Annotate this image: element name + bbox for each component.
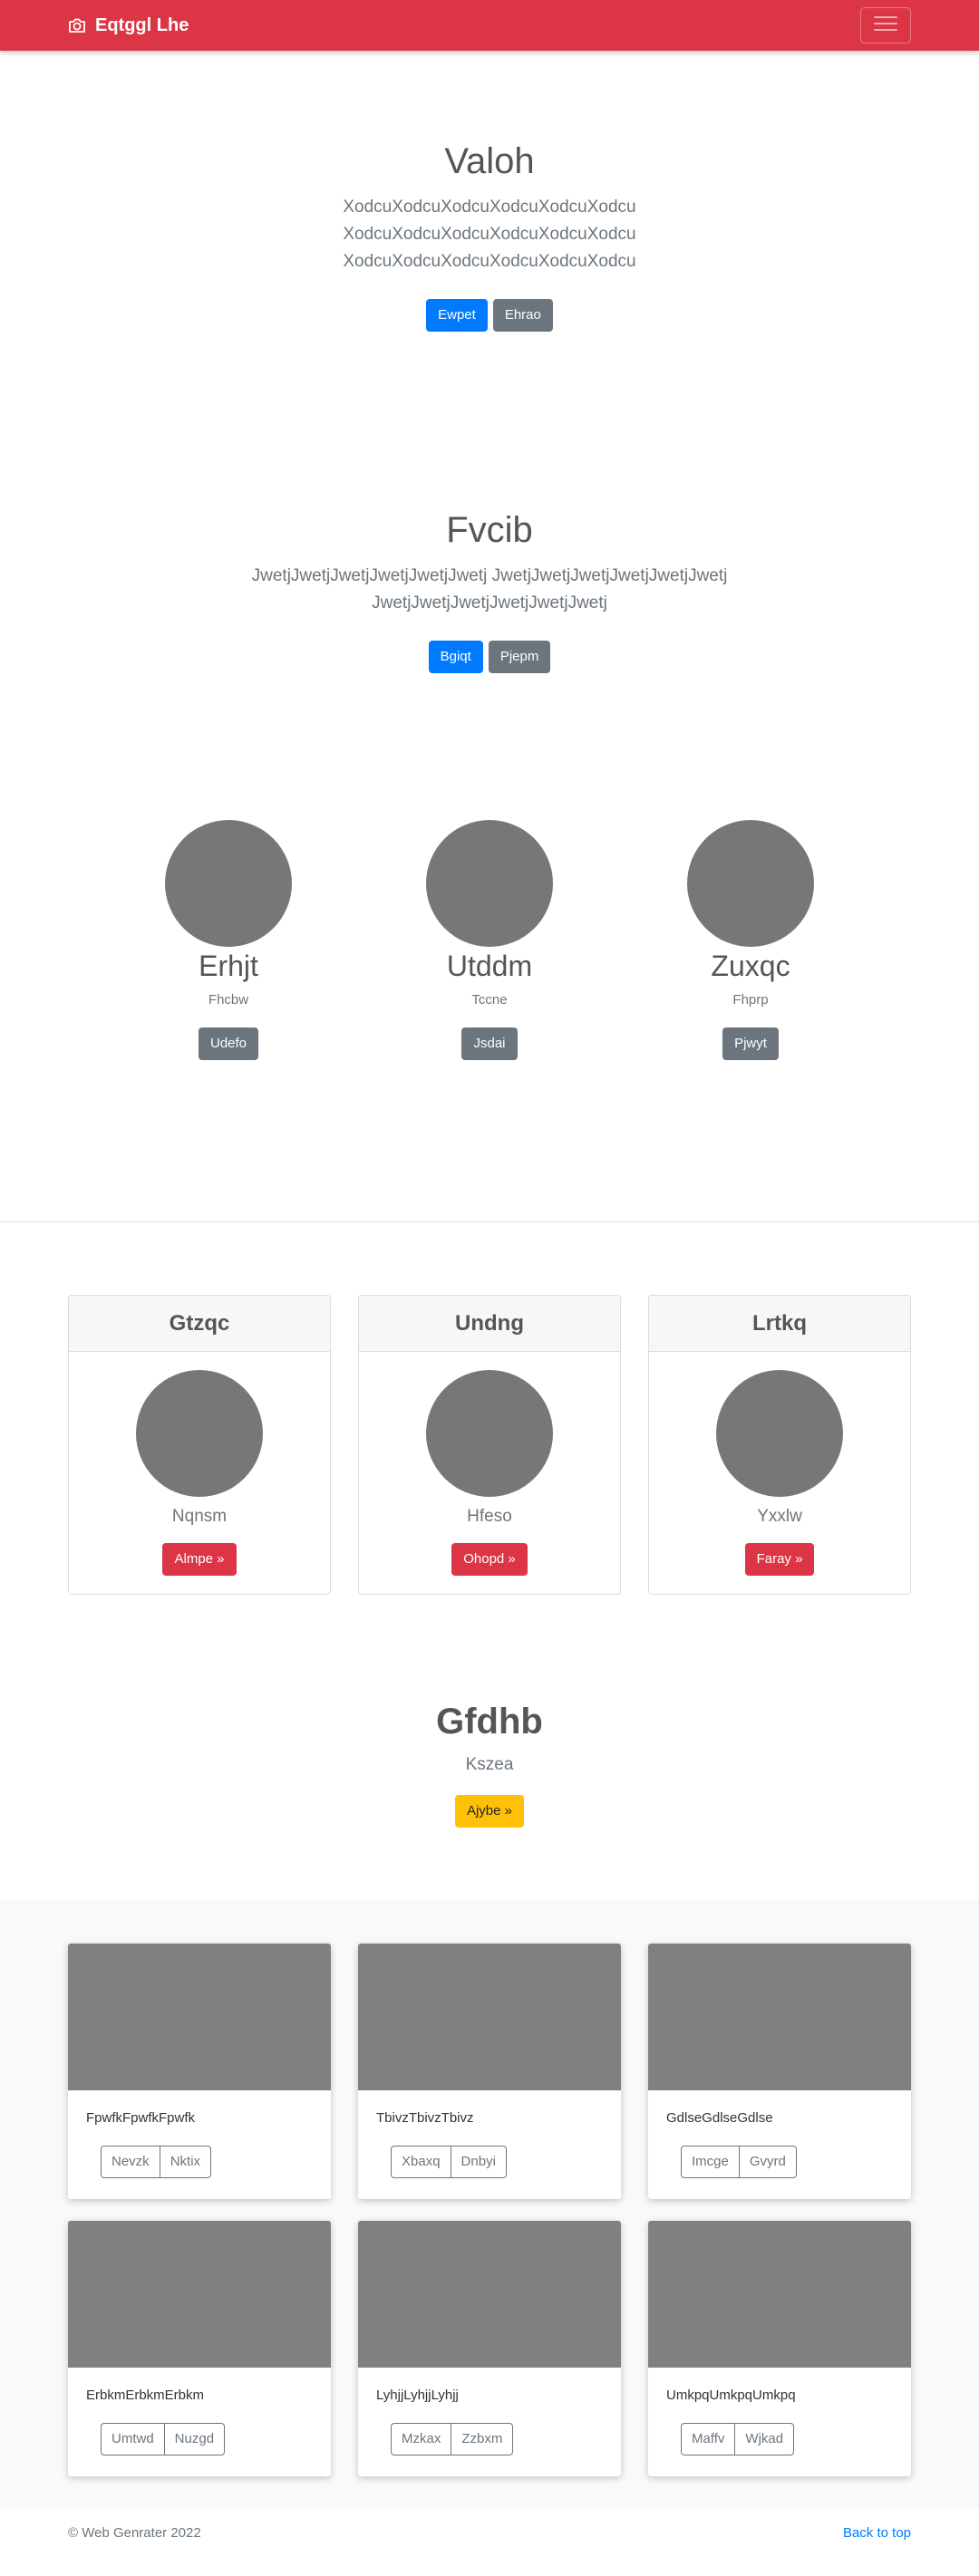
member-subtitle: Fhprp (732, 992, 769, 1008)
album-card-text: LyhjjLyhjjLyhjj (376, 2388, 459, 2403)
avatar-placeholder (687, 820, 814, 947)
hero-section-2: Fvcib JwetjJwetjJwetjJwetjJwetjJwetj Jwe… (0, 332, 979, 673)
album-edit-button[interactable]: Gvyrd (739, 2146, 797, 2178)
navbar-brand[interactable]: Eqtggl Lhe (68, 15, 189, 36)
back-to-top-link[interactable]: Back to top (843, 2525, 911, 2541)
album-edit-button[interactable]: Zzbxm (451, 2423, 514, 2455)
album-card: FpwfkFpwfkFpwfk Nevzk Nktix (68, 1944, 331, 2199)
thumbnail-placeholder (648, 1944, 911, 2090)
footer-copyright: © Web Genrater 2022 (68, 2525, 201, 2541)
hero-lead-line: XodcuXodcuXodcuXodcuXodcuXodcu (343, 252, 636, 271)
member-name: Zuxqc (711, 950, 790, 982)
navbar: Eqtggl Lhe (0, 0, 979, 51)
avatar-placeholder (426, 1370, 553, 1497)
team-member: Zuxqc Fhprp Pjwyt (687, 820, 814, 1060)
member-subtitle: Tccne (471, 992, 508, 1008)
album-card: LyhjjLyhjjLyhjj Mzkax Zzbxm (358, 2221, 621, 2476)
album-button-group: Maffv Wjkad (681, 2423, 795, 2455)
card-button[interactable]: Faray » (744, 1543, 815, 1576)
album-card-text: GdlseGdlseGdlse (666, 2110, 773, 2126)
hero-lead: XodcuXodcuXodcuXodcuXodcuXodcu XodcuXodc… (0, 194, 979, 275)
card-header: Lrtkq (649, 1296, 910, 1352)
hero-lead-line: XodcuXodcuXodcuXodcuXodcuXodcu (343, 198, 636, 217)
album-view-button[interactable]: Maffv (681, 2423, 736, 2455)
album-card: ErbkmErbkmErbkm Umtwd Nuzgd (68, 2221, 331, 2476)
cta-title: Gfdhb (436, 1702, 543, 1741)
card-header: Gtzqc (69, 1296, 330, 1352)
album-button-group: Xbaxq Dnbyi (391, 2146, 507, 2178)
cta-lead: Kszea (465, 1755, 514, 1774)
profile-card: Undng Hfeso Ohopd » (358, 1295, 621, 1595)
album-button-group: Imcge Gvyrd (681, 2146, 797, 2178)
hero-section-1: Valoh XodcuXodcuXodcuXodcuXodcuXodcu Xod… (0, 51, 979, 332)
team-member: Utddm Tccne Jsdai (426, 820, 553, 1060)
hero-primary-button[interactable]: Bgiqt (428, 641, 483, 673)
album-edit-button[interactable]: Wjkad (735, 2423, 795, 2455)
hero-lead: JwetjJwetjJwetjJwetjJwetjJwetj JwetjJwet… (0, 563, 979, 617)
hero-secondary-button[interactable]: Ehrao (492, 299, 553, 332)
card-name: Nqnsm (171, 1507, 228, 1526)
album-card-text: ErbkmErbkmErbkm (86, 2388, 205, 2403)
hero-secondary-button[interactable]: Pjepm (488, 641, 551, 673)
card-header: Undng (359, 1296, 620, 1352)
thumbnail-placeholder (68, 1944, 331, 2090)
profile-card: Lrtkq Yxxlw Faray » (648, 1295, 911, 1595)
card-button[interactable]: Ohopd » (451, 1543, 528, 1576)
album-view-button[interactable]: Nevzk (101, 2146, 160, 2178)
album-edit-button[interactable]: Nktix (160, 2146, 212, 2178)
album-edit-button[interactable]: Dnbyi (451, 2146, 507, 2178)
member-subtitle: Fhcbw (208, 992, 249, 1008)
member-name: Utddm (446, 950, 533, 982)
member-name: Erhjt (199, 950, 258, 982)
album-button-group: Mzkax Zzbxm (391, 2423, 514, 2455)
hamburger-menu-icon (873, 14, 898, 38)
album-edit-button[interactable]: Nuzgd (164, 2423, 226, 2455)
hero-primary-button[interactable]: Ewpet (426, 299, 488, 332)
thumbnail-placeholder (358, 2221, 621, 2368)
album-button-group: Nevzk Nktix (101, 2146, 212, 2178)
brand-label: Eqtggl Lhe (95, 14, 189, 35)
member-button[interactable]: Udefo (198, 1028, 259, 1060)
card-name: Yxxlw (757, 1507, 802, 1526)
member-button[interactable]: Pjwyt (722, 1028, 779, 1060)
album-card-text: TbivzTbivzTbivz (376, 2110, 474, 2126)
album-view-button[interactable]: Mzkax (391, 2423, 452, 2455)
avatar-placeholder (426, 820, 553, 947)
album-card: TbivzTbivzTbivz Xbaxq Dnbyi (358, 1944, 621, 2199)
album-view-button[interactable]: Imcge (681, 2146, 740, 2178)
album-button-group: Umtwd Nuzgd (101, 2423, 226, 2455)
cta-section: Gfdhb Kszea Ajybe » (0, 1595, 979, 1828)
hero-lead-line: JwetjJwetjJwetjJwetjJwetjJwetj (372, 593, 607, 613)
navbar-toggler-button[interactable] (860, 7, 911, 43)
album-view-button[interactable]: Xbaxq (391, 2146, 451, 2178)
hero-title: Valoh (444, 141, 535, 181)
card-name: Hfeso (467, 1507, 512, 1526)
card-button[interactable]: Almpe » (162, 1543, 237, 1576)
camera-icon (68, 17, 86, 34)
member-button[interactable]: Jsdai (461, 1028, 518, 1060)
profile-card: Gtzqc Nqnsm Almpe » (68, 1295, 331, 1595)
avatar-placeholder (136, 1370, 263, 1497)
thumbnail-placeholder (358, 1944, 621, 2090)
album-view-button[interactable]: Umtwd (101, 2423, 165, 2455)
album-section: FpwfkFpwfkFpwfk Nevzk Nktix TbivzTbivzTbi… (0, 1900, 979, 2509)
album-card-text: UmkpqUmkpqUmkpq (666, 2388, 796, 2403)
avatar-placeholder (716, 1370, 843, 1497)
hero-lead-line: JwetjJwetjJwetjJwetjJwetjJwetj JwetjJwet… (251, 566, 728, 585)
hero-title: Fvcib (446, 510, 533, 550)
team-section: Erhjt Fhcbw Udefo Utddm Tccne Jsdai Zuxq… (0, 673, 979, 1060)
team-member: Erhjt Fhcbw Udefo (165, 820, 292, 1060)
footer: © Web Genrater 2022 Back to top (0, 2509, 979, 2559)
cards-section: Gtzqc Nqnsm Almpe » Undng Hfeso Ohopd » … (0, 1222, 979, 1595)
album-card: UmkpqUmkpqUmkpq Maffv Wjkad (648, 2221, 911, 2476)
thumbnail-placeholder (68, 2221, 331, 2368)
album-card: GdlseGdlseGdlse Imcge Gvyrd (648, 1944, 911, 2199)
hero-lead-line: XodcuXodcuXodcuXodcuXodcuXodcu (343, 225, 636, 244)
thumbnail-placeholder (648, 2221, 911, 2368)
album-card-text: FpwfkFpwfkFpwfk (86, 2110, 196, 2126)
avatar-placeholder (165, 820, 292, 947)
cta-button[interactable]: Ajybe » (454, 1795, 525, 1828)
